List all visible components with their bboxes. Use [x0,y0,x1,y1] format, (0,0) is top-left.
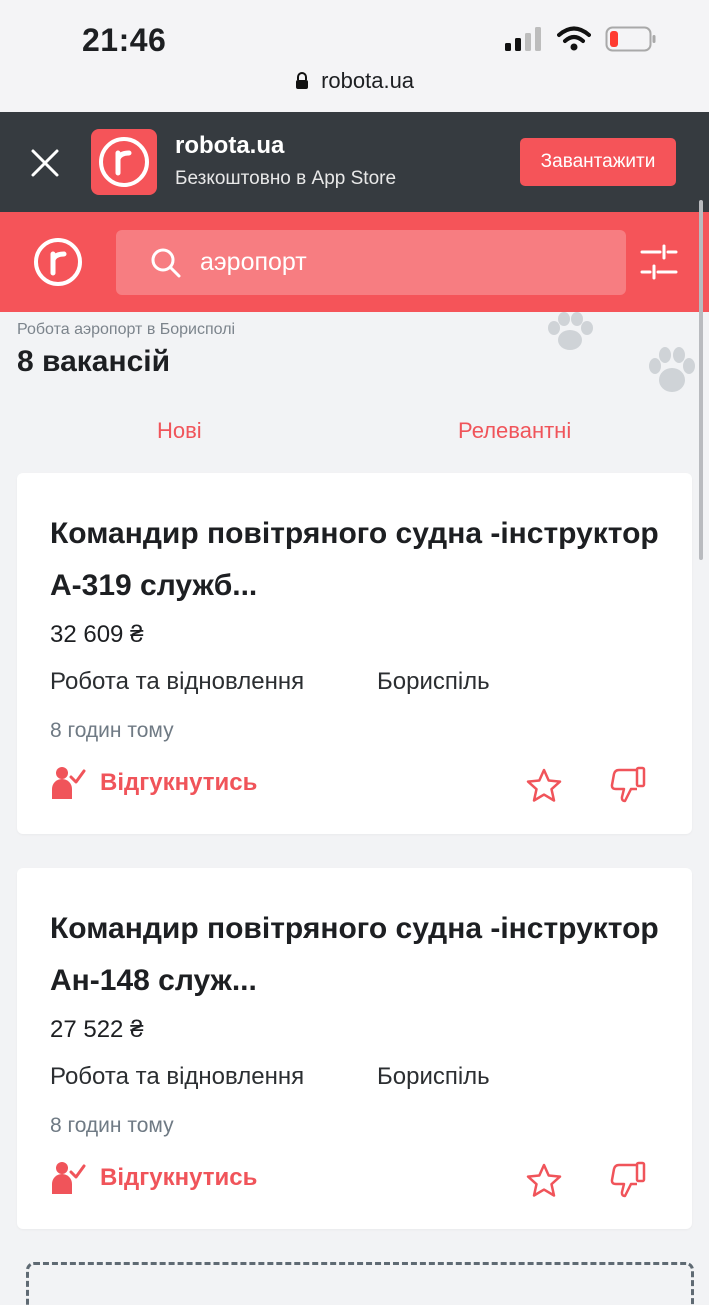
vacancy-title[interactable]: Командир повітряного судна -інструктор А… [50,508,660,612]
dislike-icon[interactable] [609,1160,647,1200]
vacancy-salary: 32 609 ₴ [50,621,144,648]
apply-label: Відгукнутись [100,1164,258,1191]
results-count: 8 вакансій [17,345,171,378]
banner-subtitle: Безкоштовно в App Store [175,168,397,189]
search-header: аэропорт [0,212,709,312]
apply-icon [52,1162,86,1194]
search-input[interactable]: аэропорт [116,230,626,295]
status-icons [505,26,657,52]
vacancy-salary: 27 522 ₴ [50,1016,144,1043]
vacancy-posted-time: 8 годин тому [50,1114,174,1137]
app-store-banner: robota.ua Безкоштовно в App Store Завант… [0,112,709,212]
robota-logo-icon[interactable] [32,236,84,288]
lock-icon [295,72,308,89]
apply-button[interactable]: Відгукнутись [50,1160,257,1196]
paw-icon [548,312,593,350]
vacancy-city: Бориспіль [377,1063,490,1090]
apply-icon [52,767,86,799]
vacancy-company: Робота та відновлення [50,668,305,695]
status-time: 21:46 [82,22,167,58]
wifi-icon [557,26,591,51]
star-icon[interactable] [525,767,563,805]
apply-button[interactable]: Відгукнутись [50,765,257,801]
dislike-icon[interactable] [609,765,647,805]
partial-card [26,1262,694,1305]
filter-icon[interactable] [640,244,678,280]
star-icon[interactable] [525,1162,563,1200]
search-query: аэропорт [200,248,307,276]
signal-icon [505,27,541,51]
vacancy-card[interactable]: Командир повітряного судна -інструктор А… [17,473,692,834]
paw-icon [649,347,695,392]
url-bar[interactable]: robota.ua [0,68,709,94]
robota-logo-icon [99,137,149,187]
tab-relevant[interactable]: Релевантні [458,418,571,444]
status-bar: 21:46 robota.ua [0,0,709,112]
vacancy-company: Робота та відновлення [50,1063,305,1090]
banner-title: robota.ua [175,132,285,159]
vacancy-title[interactable]: Командир повітряного судна -інструктор А… [50,903,660,1007]
apply-label: Відгукнутись [100,769,258,796]
breadcrumb: Робота аэропорт в Борисполі [17,321,236,338]
scrollbar[interactable] [699,200,703,560]
close-icon[interactable] [28,146,62,180]
search-icon [151,248,181,278]
vacancy-city: Бориспіль [377,668,490,695]
tab-new[interactable]: Нові [157,418,202,444]
battery-icon [605,26,656,52]
app-logo [91,129,157,195]
vacancy-posted-time: 8 годин тому [50,719,174,742]
download-button[interactable]: Завантажити [520,138,676,186]
url-text: robota.ua [321,68,415,93]
vacancy-card[interactable]: Командир повітряного судна -інструктор А… [17,868,692,1229]
